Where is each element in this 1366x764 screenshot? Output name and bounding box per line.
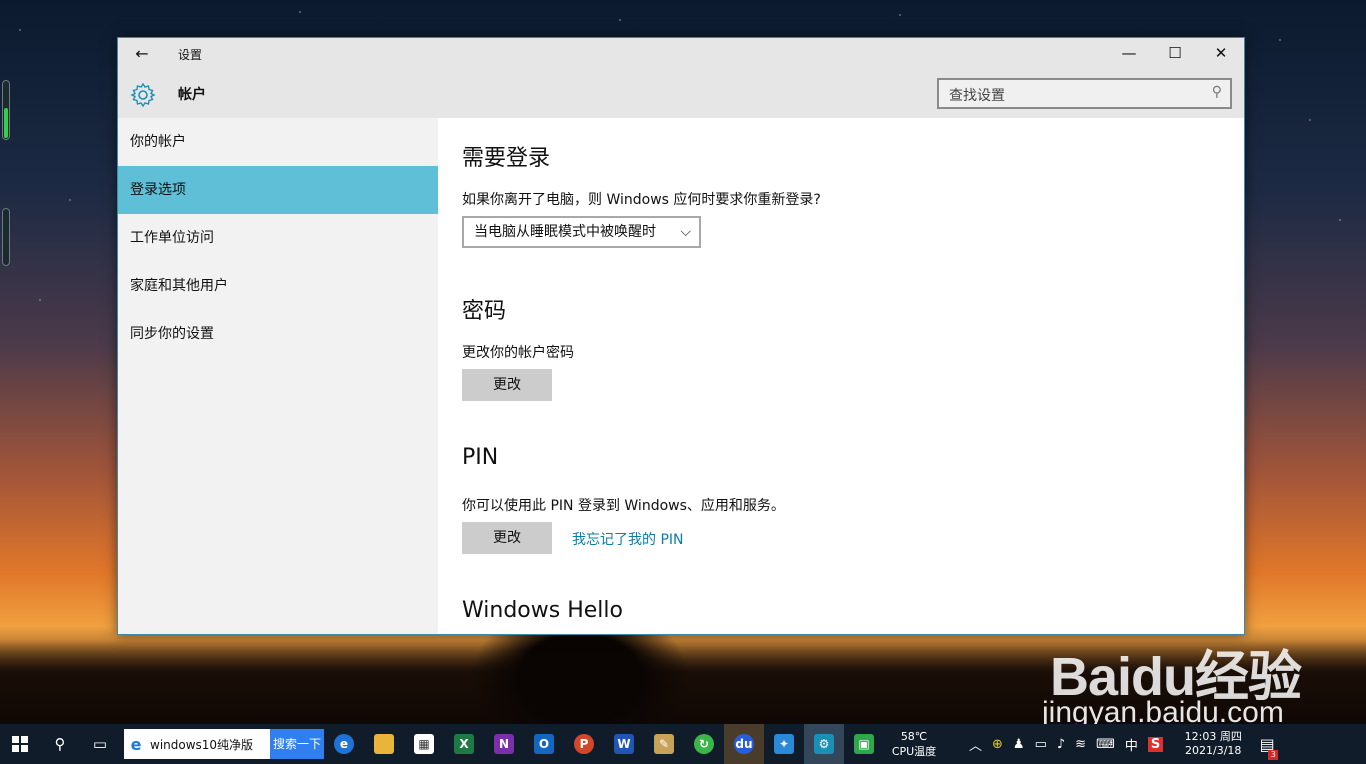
baidu-icon[interactable]: du [724,724,764,764]
dropdown-value: 当电脑从睡眠模式中被唤醒时 [474,224,656,240]
browser-search-box[interactable]: e windows10纯净版 搜索一下 [124,729,324,759]
map-app-icon[interactable]: ▣ [844,724,884,764]
gear-icon [130,82,156,108]
excel-icon[interactable]: X [444,724,484,764]
notification-badge: 3 [1268,749,1279,760]
system-tray: ︿ ⊕ ♟ ▭ ♪ ≋ ⌨ 中 S [964,735,1168,754]
sidebar-item-sign-in-options[interactable]: 登录选项 [118,166,438,214]
search-placeholder: 查找设置 [949,88,1005,104]
sidebar-item-work-access[interactable]: 工作单位访问 [118,214,438,262]
outlook-icon[interactable]: O [524,724,564,764]
clock-date: 2021/3/18 [1185,744,1242,757]
notification-center-icon[interactable]: ▤ 3 [1252,735,1282,760]
cpu-temperature: 58℃ CPU温度 [884,724,944,764]
title-bar: ← 设置 — ☐ ✕ 帐户 查找设置 ⚲ [118,38,1244,118]
minimize-button[interactable]: — [1106,38,1152,68]
change-password-button[interactable]: 更改 [462,369,552,401]
page-heading: 帐户 [178,87,206,103]
sidebar: 你的帐户 登录选项 工作单位访问 家庭和其他用户 同步你的设置 [118,118,438,634]
ime-indicator[interactable]: 中 [1125,735,1138,754]
ie-icon: e [130,734,142,754]
taskbar: ⚲ ▭ e windows10纯净版 搜索一下 e ▦ X N O P W ✎ … [0,724,1366,764]
tray-plus-icon[interactable]: ⊕ [992,737,1003,752]
browser-search-button[interactable]: 搜索一下 [270,729,324,759]
sidebar-item-family-users[interactable]: 家庭和其他用户 [118,262,438,310]
windows-start-icon[interactable] [0,724,40,764]
pin-desc: 你可以使用此 PIN 登录到 Windows、应用和服务。 [462,498,785,514]
require-signin-question: 如果你离开了电脑，则 Windows 应何时要求你重新登录? [462,192,821,208]
network-icon[interactable]: ≋ [1075,737,1086,752]
word-icon[interactable]: W [604,724,644,764]
taskbar-clock[interactable]: 12:03 周四 2021/3/18 [1174,730,1252,758]
password-desc: 更改你的帐户密码 [462,345,574,361]
desktop-gauge-widget-2 [2,208,10,266]
powerpoint-icon[interactable]: P [564,724,604,764]
tray-qq-icon[interactable]: ♟ [1013,737,1025,752]
file-explorer-icon[interactable] [364,724,404,764]
tray-battery-icon[interactable]: ▭ [1035,737,1047,752]
main-content: 需要登录 如果你离开了电脑，则 Windows 应何时要求你重新登录? 当电脑从… [438,118,1244,634]
sidebar-item-sync-settings[interactable]: 同步你的设置 [118,310,438,358]
sidebar-item-your-account[interactable]: 你的帐户 [118,118,438,166]
search-icon[interactable]: ⚲ [40,724,80,764]
paint-icon[interactable]: ✎ [644,724,684,764]
back-arrow-icon[interactable]: ← [130,44,154,64]
pin-title: PIN [462,445,499,470]
settings-window: ← 设置 — ☐ ✕ 帐户 查找设置 ⚲ 你的帐户 登录选项 工作单位访问 家庭… [117,37,1245,635]
windows-hello-title: Windows Hello [462,598,623,623]
clock-time: 12:03 周四 [1184,730,1242,743]
baidu-watermark: Baidu经验 jingyan.baidu.com [1030,620,1330,730]
sogou-icon[interactable]: S [1147,736,1164,752]
window-title: 设置 [178,48,203,62]
password-title: 密码 [462,299,507,324]
require-signin-dropdown[interactable]: 当电脑从睡眠模式中被唤醒时 ⌵ [462,216,701,248]
tray-chevron-up-icon[interactable]: ︿ [969,735,982,754]
settings-taskbar-icon[interactable]: ⚙ [804,724,844,764]
maximize-button[interactable]: ☐ [1152,38,1198,68]
change-pin-button[interactable]: 更改 [462,522,552,554]
volume-icon[interactable]: ♪ [1057,737,1065,752]
onenote-icon[interactable]: N [484,724,524,764]
require-signin-title: 需要登录 [462,146,551,171]
forgot-pin-link[interactable]: 我忘记了我的 PIN [572,529,684,549]
task-view-icon[interactable]: ▭ [80,724,120,764]
edge-icon[interactable]: e [324,724,364,764]
close-button[interactable]: ✕ [1198,38,1244,68]
cpu-temp-value: 58℃ [900,730,928,743]
store-icon[interactable]: ▦ [404,724,444,764]
search-icon: ⚲ [1211,84,1222,100]
photo-app-icon[interactable]: ✦ [764,724,804,764]
caption-buttons: — ☐ ✕ [1106,38,1244,68]
cpu-temp-label: CPU温度 [891,745,937,758]
browser-search-query[interactable]: windows10纯净版 [148,736,270,753]
green-app-icon[interactable]: ↻ [684,724,724,764]
chevron-down-icon: ⌵ [680,224,691,240]
search-settings-input[interactable]: 查找设置 ⚲ [937,78,1232,109]
keyboard-icon[interactable]: ⌨ [1096,737,1115,752]
desktop-gauge-widget [2,80,10,140]
